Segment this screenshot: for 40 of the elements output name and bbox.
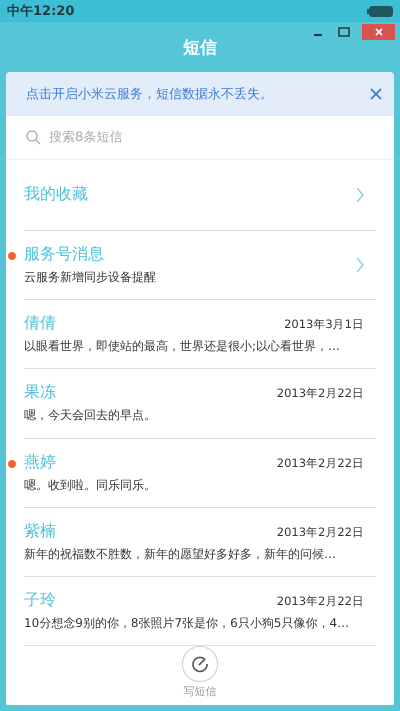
- folder-row[interactable]: 服务号消息 云服务新增同步设备提醒: [24, 231, 376, 300]
- conversation-row[interactable]: 燕婷 2013年2月22日 嗯。收到啦。同乐同乐。: [24, 438, 376, 508]
- message-preview: 云服务新增同步设备提醒: [24, 269, 157, 286]
- contact-name: 我的收藏: [24, 184, 88, 206]
- close-icon: [374, 27, 384, 37]
- maximize-icon: [338, 27, 350, 37]
- compose-button[interactable]: [182, 646, 218, 682]
- banner-text: 点击开启小米云服务，短信数据永不丢失。: [26, 86, 273, 104]
- message-date: 2013年2月22日: [276, 594, 364, 609]
- conversation-row[interactable]: 子玲 2013年2月22日 10分想念9别的你，8张照片7张是你，6只小狗5只像你，4…: [24, 576, 376, 646]
- minimize-icon: [314, 34, 322, 36]
- close-icon[interactable]: [370, 88, 382, 100]
- message-date: 2013年2月22日: [276, 386, 364, 402]
- search-icon: [26, 130, 41, 146]
- message-date: 2013年2月22日: [276, 456, 364, 471]
- conversation-row[interactable]: 倩倩 2013年3月1日 以眼看世界，即使站的最高，世界还是很小;以心看世界，…: [24, 300, 376, 370]
- chevron-right-icon: [356, 257, 364, 274]
- message-preview: 以眼看世界，即使站的最高，世界还是很小;以心看世界，…: [24, 338, 342, 356]
- message-preview: 嗯。收到啦。同乐同乐。: [24, 476, 157, 494]
- conversation-row[interactable]: 果冻 2013年2月22日 嗯，今天会回去的早点。: [24, 369, 376, 439]
- window-title: 短信: [183, 36, 217, 58]
- contact-name: 倩倩: [24, 313, 56, 334]
- contact-name: 果冻: [24, 382, 56, 404]
- contact-name: 燕婷: [24, 452, 56, 473]
- close-button[interactable]: [362, 24, 395, 40]
- compose-icon: [191, 654, 209, 673]
- chevron-right-icon: [356, 186, 364, 203]
- contact-name: 紫楠: [24, 520, 56, 542]
- compose-label: 写短信: [184, 684, 216, 699]
- conversation-row[interactable]: 紫楠 2013年2月22日 新年的祝福数不胜数，新年的愿望好多好多，新年的问候…: [24, 508, 376, 577]
- message-preview: 10分想念9别的你，8张照片7张是你，6只小狗5只像你，4…: [24, 614, 350, 632]
- message-date: 2013年3月1日: [284, 317, 364, 332]
- cloud-banner[interactable]: 点击开启小米云服务，短信数据永不丢失。: [6, 72, 394, 116]
- battery-icon: [367, 6, 393, 16]
- message-preview: 新年的祝福数不胜数，新年的愿望好多好多，新年的问候…: [24, 546, 337, 563]
- message-preview: 嗯，今天会回去的早点。: [24, 407, 157, 424]
- contact-name: 子玲: [24, 590, 56, 611]
- message-date: 2013年2月22日: [276, 524, 364, 540]
- contact-name: 服务号消息: [24, 244, 104, 266]
- status-time: 中午12:20: [7, 3, 74, 20]
